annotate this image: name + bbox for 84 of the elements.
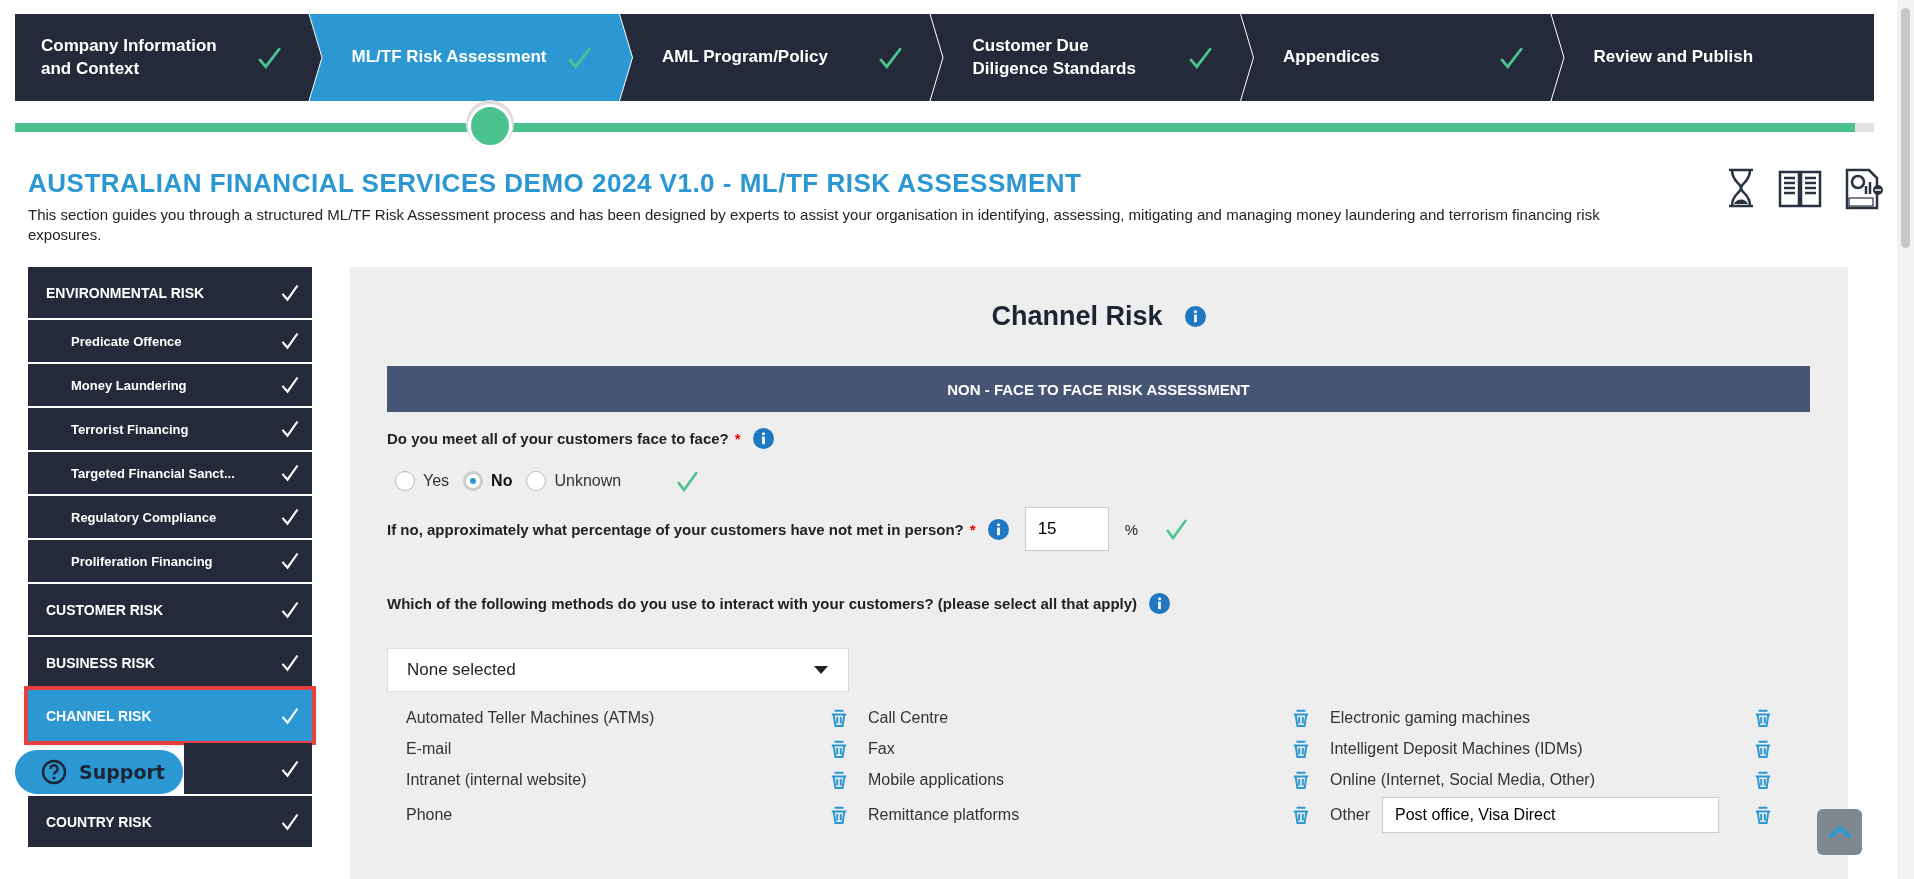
radio-button[interactable] [463, 471, 484, 491]
sidebar-item[interactable]: Money Laundering [28, 364, 312, 406]
radio-label: No [491, 472, 513, 490]
wizard-step[interactable]: Company Information and Context [15, 14, 322, 101]
basket-icon[interactable] [830, 738, 848, 759]
wizard-step[interactable]: Review and Publish [1551, 14, 1874, 101]
basket-icon[interactable] [1754, 769, 1772, 790]
method-label: Call Centre [868, 708, 949, 727]
scroll-to-top-button[interactable] [1817, 809, 1862, 855]
book-icon[interactable] [1778, 168, 1822, 208]
sidebar-item[interactable]: ENVIRONMENTAL RISK [28, 267, 312, 318]
percentage-field[interactable]: 15 [1024, 507, 1109, 551]
method-label: E-mail [406, 739, 452, 758]
check-icon [280, 507, 300, 527]
check-icon [280, 375, 300, 395]
check-icon [280, 331, 300, 351]
check-icon [280, 599, 300, 620]
sidebar-item[interactable]: CUSTOMER RISK [28, 584, 312, 635]
page-description: This section guides you through a structured ML/TF Risk Assessment process and has been designed by experts to assist your organisation in identifying, assessing, mitigating and managing money laundering and terrorism financing risk exposures. [28, 205, 1601, 245]
sidebar-item[interactable]: Predicate Offence [28, 320, 312, 362]
basket-icon[interactable] [830, 769, 848, 790]
check-icon [280, 758, 300, 779]
progress-handle[interactable] [467, 104, 512, 148]
sidebar-item[interactable]: Targeted Financial Sanct... [28, 452, 312, 494]
wizard-step[interactable]: Customer Due Diligence Standards [930, 14, 1253, 101]
basket-icon[interactable] [1292, 769, 1310, 790]
info-icon[interactable] [987, 518, 1009, 540]
help-icon [41, 759, 67, 785]
check-icon [280, 282, 300, 303]
question-label: Do you meet all of your customers face to face? [387, 430, 729, 447]
method-label: Automated Teller Machines (ATMs) [406, 708, 655, 727]
page-title: AUSTRALIAN FINANCIAL SERVICES DEMO 2024 V1.0 - ML/TF RISK ASSESSMENT [28, 168, 1083, 199]
wizard-step[interactable]: AML Program/Policy [620, 14, 943, 101]
basket-icon[interactable] [1754, 805, 1772, 825]
section-header: NON - FACE TO FACE RISK ASSESSMENT [387, 366, 1810, 412]
check-icon [280, 463, 300, 483]
form-title: Channel Risk [991, 301, 1163, 332]
method-label: Remittance platforms [868, 806, 1020, 824]
caret-icon [814, 666, 828, 674]
radio-button[interactable] [526, 471, 547, 491]
basket-icon[interactable] [1292, 707, 1310, 728]
method-label: Other [1330, 806, 1370, 824]
info-icon[interactable] [1149, 593, 1171, 614]
scrollbar[interactable] [1897, 0, 1914, 879]
method-label: Phone [406, 806, 453, 824]
basket-icon[interactable] [1754, 707, 1772, 728]
method-label: Online (Internet, Social Media, Other) [1330, 770, 1595, 789]
draft-document-icon[interactable] [1844, 168, 1884, 210]
basket-icon[interactable] [1754, 738, 1772, 759]
basket-icon[interactable] [1292, 805, 1310, 825]
unit-label: % [1124, 520, 1138, 538]
method-label: Fax [868, 739, 895, 758]
method-label: Intranet (internal website) [406, 770, 587, 789]
basket-icon[interactable] [1292, 738, 1310, 759]
question-label: If no, approximately what percentage of your customers have not met in person? [387, 520, 964, 538]
radio-label: Yes [423, 472, 450, 490]
method-label: Electronic gaming machines [1330, 708, 1531, 727]
basket-icon[interactable] [830, 707, 848, 728]
check-icon [280, 811, 300, 832]
methods-dropdown[interactable]: None selected [387, 648, 849, 692]
question-label: Which of the following methods do you use to interact with your customers? (please select all that apply) [387, 595, 1138, 612]
required-marker: * [969, 520, 976, 538]
basket-icon[interactable] [830, 805, 848, 825]
info-icon[interactable] [752, 428, 774, 449]
sidebar-item[interactable]: COUNTRY RISK [28, 796, 312, 847]
check-icon [280, 652, 300, 673]
other-field[interactable]: Post office, Visa Direct [1382, 797, 1719, 833]
check-icon [280, 705, 300, 726]
sidebar-item[interactable]: Proliferation Financing [28, 540, 312, 582]
chevron-up-icon [1827, 825, 1852, 839]
check-icon [280, 419, 300, 439]
hourglass-icon[interactable] [1726, 168, 1756, 208]
check-icon [280, 551, 300, 571]
radio-button[interactable] [395, 471, 415, 491]
wizard-step[interactable]: Appendices [1241, 14, 1564, 101]
method-label: Mobile applications [868, 770, 1005, 789]
sidebar-item[interactable]: BUSINESS RISK [28, 637, 312, 688]
support-button[interactable]: Support [15, 750, 183, 794]
sidebar-item[interactable]: Terrorist Financing [28, 408, 312, 450]
method-label: Intelligent Deposit Machines (IDMs) [1330, 739, 1583, 758]
required-marker: * [734, 430, 741, 447]
radio-label: Unknown [554, 472, 622, 490]
info-icon[interactable] [1184, 306, 1206, 327]
sidebar-item[interactable]: Regulatory Compliance [28, 496, 312, 538]
